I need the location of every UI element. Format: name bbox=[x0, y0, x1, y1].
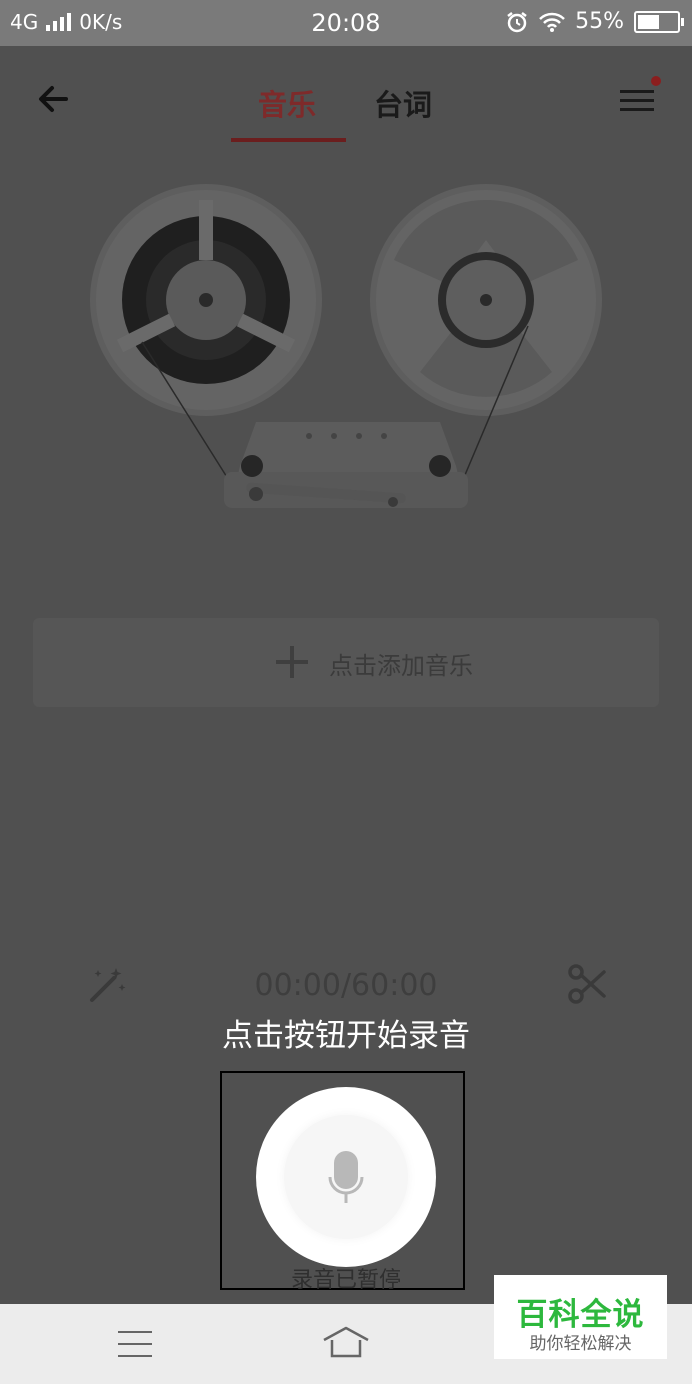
reel-recorder-illustration bbox=[90, 184, 602, 508]
tab-music[interactable]: 音乐 bbox=[258, 82, 316, 124]
top-navigation: 音乐 台词 bbox=[0, 46, 692, 146]
active-tab-indicator bbox=[231, 138, 346, 142]
plus-icon bbox=[276, 646, 308, 678]
nav-menu-icon[interactable] bbox=[118, 1331, 152, 1357]
right-reel bbox=[370, 184, 602, 416]
status-right: 55% bbox=[505, 9, 684, 34]
status-bar: 4G 0K/s 20:08 55% bbox=[0, 0, 692, 46]
left-reel bbox=[90, 184, 322, 416]
add-music-label: 点击添加音乐 bbox=[329, 652, 473, 680]
notification-dot bbox=[651, 76, 661, 86]
battery-percent: 55% bbox=[575, 9, 624, 34]
record-hint: 点击按钮开始录音 bbox=[222, 1018, 470, 1054]
tab-lyrics[interactable]: 台词 bbox=[374, 82, 432, 124]
record-button[interactable] bbox=[256, 1087, 436, 1267]
scissors-icon[interactable] bbox=[566, 964, 608, 1004]
alarm-icon bbox=[507, 11, 527, 32]
watermark-title: 百科全说 bbox=[516, 1297, 645, 1333]
nav-home-icon[interactable] bbox=[322, 1326, 370, 1360]
watermark-logo: 百科全说 助你轻松解决 bbox=[494, 1275, 667, 1359]
wifi-icon bbox=[539, 12, 565, 32]
recorder-screen: 音乐 台词 点击添加音乐 00:00/60:00 点击按钮开始录音 录音已暂停 bbox=[0, 46, 692, 1304]
back-arrow-icon[interactable] bbox=[36, 84, 70, 114]
watermark-subtitle: 助你轻松解决 bbox=[529, 1334, 632, 1354]
menu-icon[interactable] bbox=[620, 90, 654, 114]
record-button-inner bbox=[284, 1115, 408, 1239]
add-music-button[interactable]: 点击添加音乐 bbox=[33, 618, 659, 707]
battery-icon bbox=[634, 10, 684, 33]
microphone-icon bbox=[328, 1151, 364, 1203]
